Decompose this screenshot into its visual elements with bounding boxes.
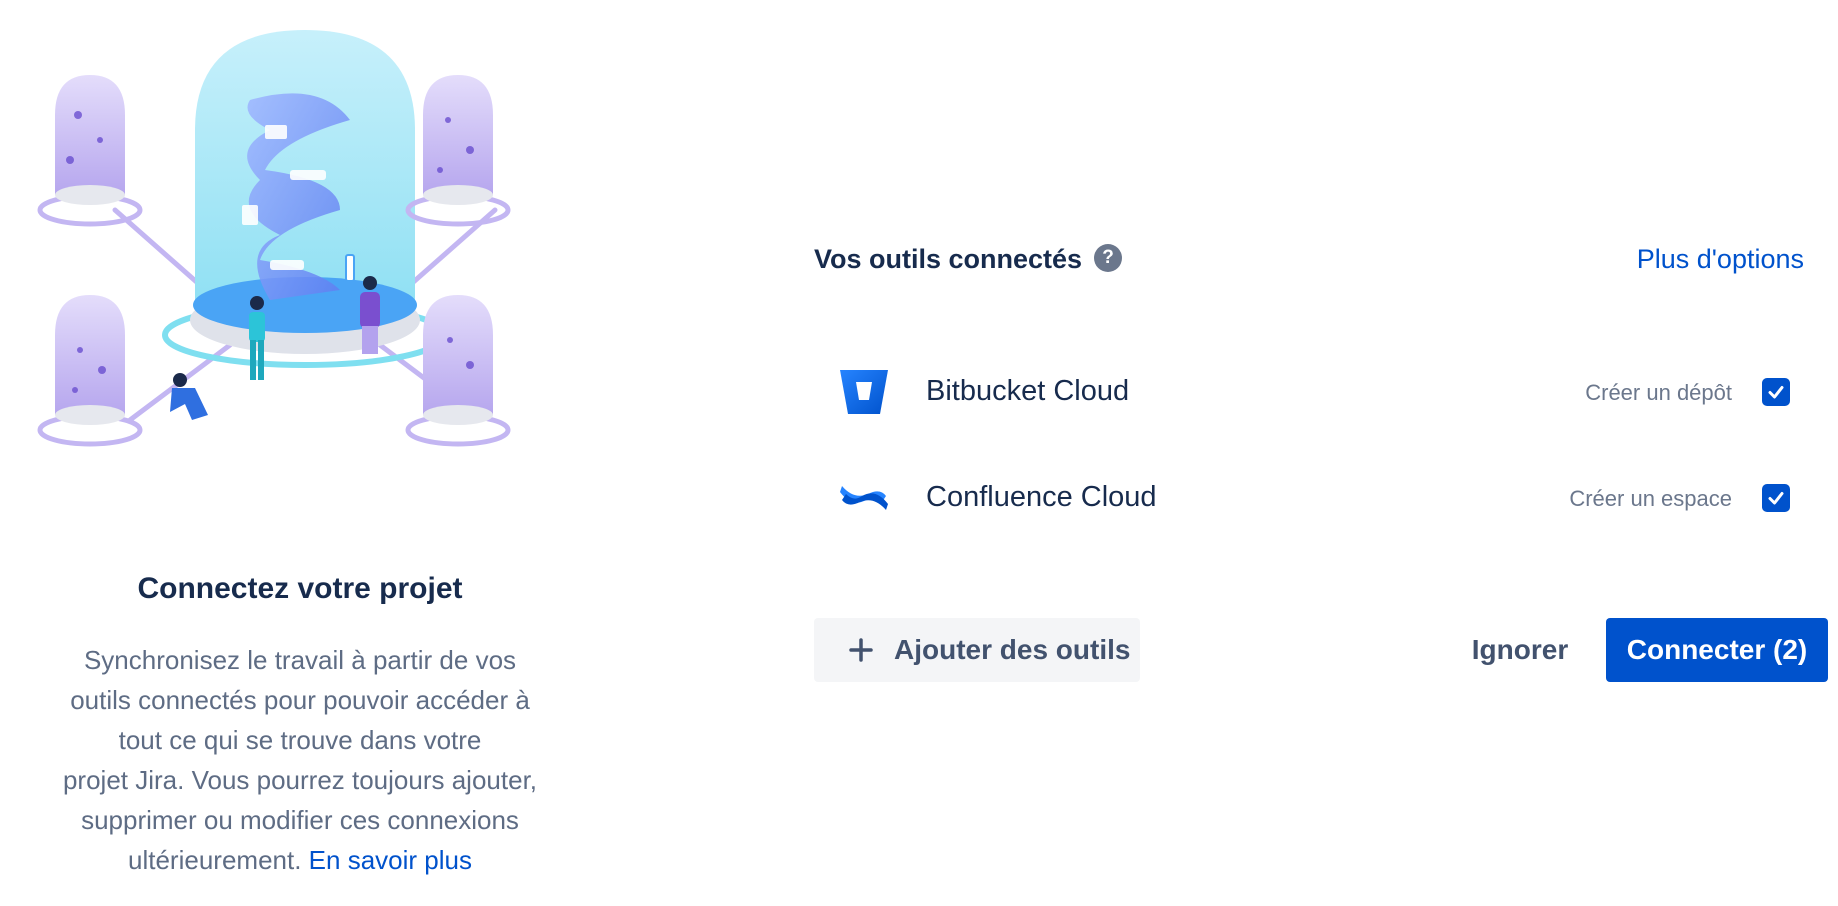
add-tools-button[interactable]: Ajouter des outils [814, 618, 1140, 682]
intro-description-line: ultérieurement. [128, 845, 302, 875]
tool-action-label: Créer un dépôt [1585, 380, 1732, 405]
ignore-button[interactable]: Ignorer [1460, 618, 1580, 682]
plus-icon [849, 638, 873, 662]
confluence-icon [840, 486, 888, 510]
tools-panel-header: Vos outils connectés ? Plus d'options [814, 240, 1804, 280]
learn-more-link[interactable]: En savoir plus [309, 845, 472, 875]
intro-description-line: tout ce qui se trouve dans votre [118, 725, 482, 755]
tool-name: Confluence Cloud [926, 481, 1157, 513]
intro-description-line: outils connectés pour pouvoir accéder à [70, 685, 530, 715]
intro-description: Synchronisez le travail à partir de vos … [40, 640, 560, 880]
intro-title: Connectez votre projet [137, 572, 463, 605]
check-icon [1768, 492, 1784, 505]
tool-name: Bitbucket Cloud [926, 375, 1130, 407]
create-space-checkbox[interactable] [1762, 484, 1790, 512]
create-repository-checkbox[interactable] [1762, 378, 1790, 406]
connected-tools-illustration [37, 30, 511, 447]
connect-button[interactable]: Connecter (2) [1606, 618, 1828, 682]
check-icon [1768, 386, 1784, 399]
tool-action-label: Créer un espace [1569, 486, 1732, 511]
intro-description-line: projet Jira. Vous pourrez toujours ajout… [62, 765, 538, 795]
tool-row-confluence: Confluence Cloud Créer un espace [814, 464, 1804, 534]
bitbucket-icon [840, 370, 888, 414]
tool-row-bitbucket: Bitbucket Cloud Créer un dépôt [814, 358, 1804, 428]
tools-panel-title: Vos outils connectés [814, 244, 1083, 274]
more-options-link[interactable]: Plus d'options [1637, 244, 1804, 275]
help-icon[interactable]: ? [1094, 244, 1122, 272]
intro-description-line: Synchronisez le travail à partir de vos [83, 645, 517, 675]
intro-description-line: supprimer ou modifier ces connexions [81, 805, 519, 835]
add-tools-label: Ajouter des outils [894, 634, 1131, 665]
